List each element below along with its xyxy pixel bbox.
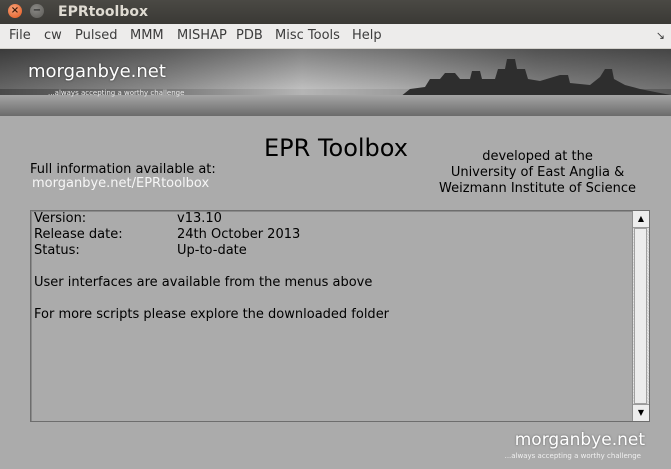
website-link[interactable]: morganbye.net/EPRtoolbox [32, 176, 209, 191]
close-window-button[interactable]: × [8, 4, 22, 18]
version-row: Version: v13.10 [34, 211, 629, 227]
version-value: v13.10 [177, 211, 222, 226]
release-date-value: 24th October 2013 [177, 227, 301, 242]
ui-menus-note: User interfaces are available from the m… [34, 275, 373, 290]
release-date-label: Release date: [34, 227, 123, 242]
footer-tagline: ...always accepting a worthy challenge [504, 452, 641, 460]
status-row: Status: Up-to-date [34, 243, 629, 259]
menu-mmm[interactable]: MMM [130, 24, 164, 48]
menu-help[interactable]: Help [352, 24, 382, 48]
menu-misc-tools[interactable]: Misc Tools [275, 24, 340, 48]
header-banner: morganbye.net ...always accepting a wort… [0, 49, 671, 116]
minimize-icon: − [32, 5, 42, 16]
menu-mishap[interactable]: MISHAP [177, 24, 227, 48]
title-bar: × − EPRtoolbox [0, 0, 671, 24]
menu-bar: File cw Pulsed MMM MISHAP PDB Misc Tools… [0, 24, 671, 49]
footer-brand: morganbye.net [514, 430, 645, 450]
developer-credits: developed at the University of East Angl… [439, 149, 636, 197]
close-icon: × [10, 5, 20, 16]
scroll-up-button[interactable]: ▲ [633, 211, 649, 228]
minimize-window-button[interactable]: − [30, 4, 44, 18]
status-value: Up-to-date [177, 243, 247, 258]
menu-pdb[interactable]: PDB [236, 24, 263, 48]
credits-line-1: developed at the [482, 149, 593, 164]
scripts-folder-note: For more scripts please explore the down… [34, 307, 390, 322]
banner-sea [0, 95, 671, 116]
status-label: Status: [34, 243, 80, 258]
release-date-row: Release date: 24th October 2013 [34, 227, 629, 243]
vertical-scrollbar[interactable]: ▲ ▼ [632, 211, 649, 421]
menubar-overflow-icon[interactable]: ↘ [656, 24, 665, 48]
banner-tagline: ...always accepting a worthy challenge [48, 89, 185, 97]
credits-line-2: University of East Anglia & [450, 165, 625, 180]
arrow-up-icon: ▲ [637, 214, 645, 223]
arrow-down-icon: ▼ [637, 408, 645, 417]
scroll-down-button[interactable]: ▼ [633, 404, 649, 421]
info-text-content: Version: v13.10 Release date: 24th Octob… [34, 211, 629, 323]
info-text-panel[interactable]: Version: v13.10 Release date: 24th Octob… [30, 210, 650, 422]
window-title: EPRtoolbox [58, 4, 149, 20]
version-label: Version: [34, 211, 87, 226]
scroll-thumb[interactable] [634, 228, 647, 404]
menu-cw[interactable]: cw [44, 24, 62, 48]
credits-line-3: Weizmann Institute of Science [439, 181, 636, 196]
menu-file[interactable]: File [9, 24, 31, 48]
menu-pulsed[interactable]: Pulsed [75, 24, 118, 48]
banner-brand: morganbye.net [28, 61, 166, 82]
info-label: Full information available at: [30, 162, 216, 177]
page-title: EPR Toolbox [264, 134, 408, 162]
